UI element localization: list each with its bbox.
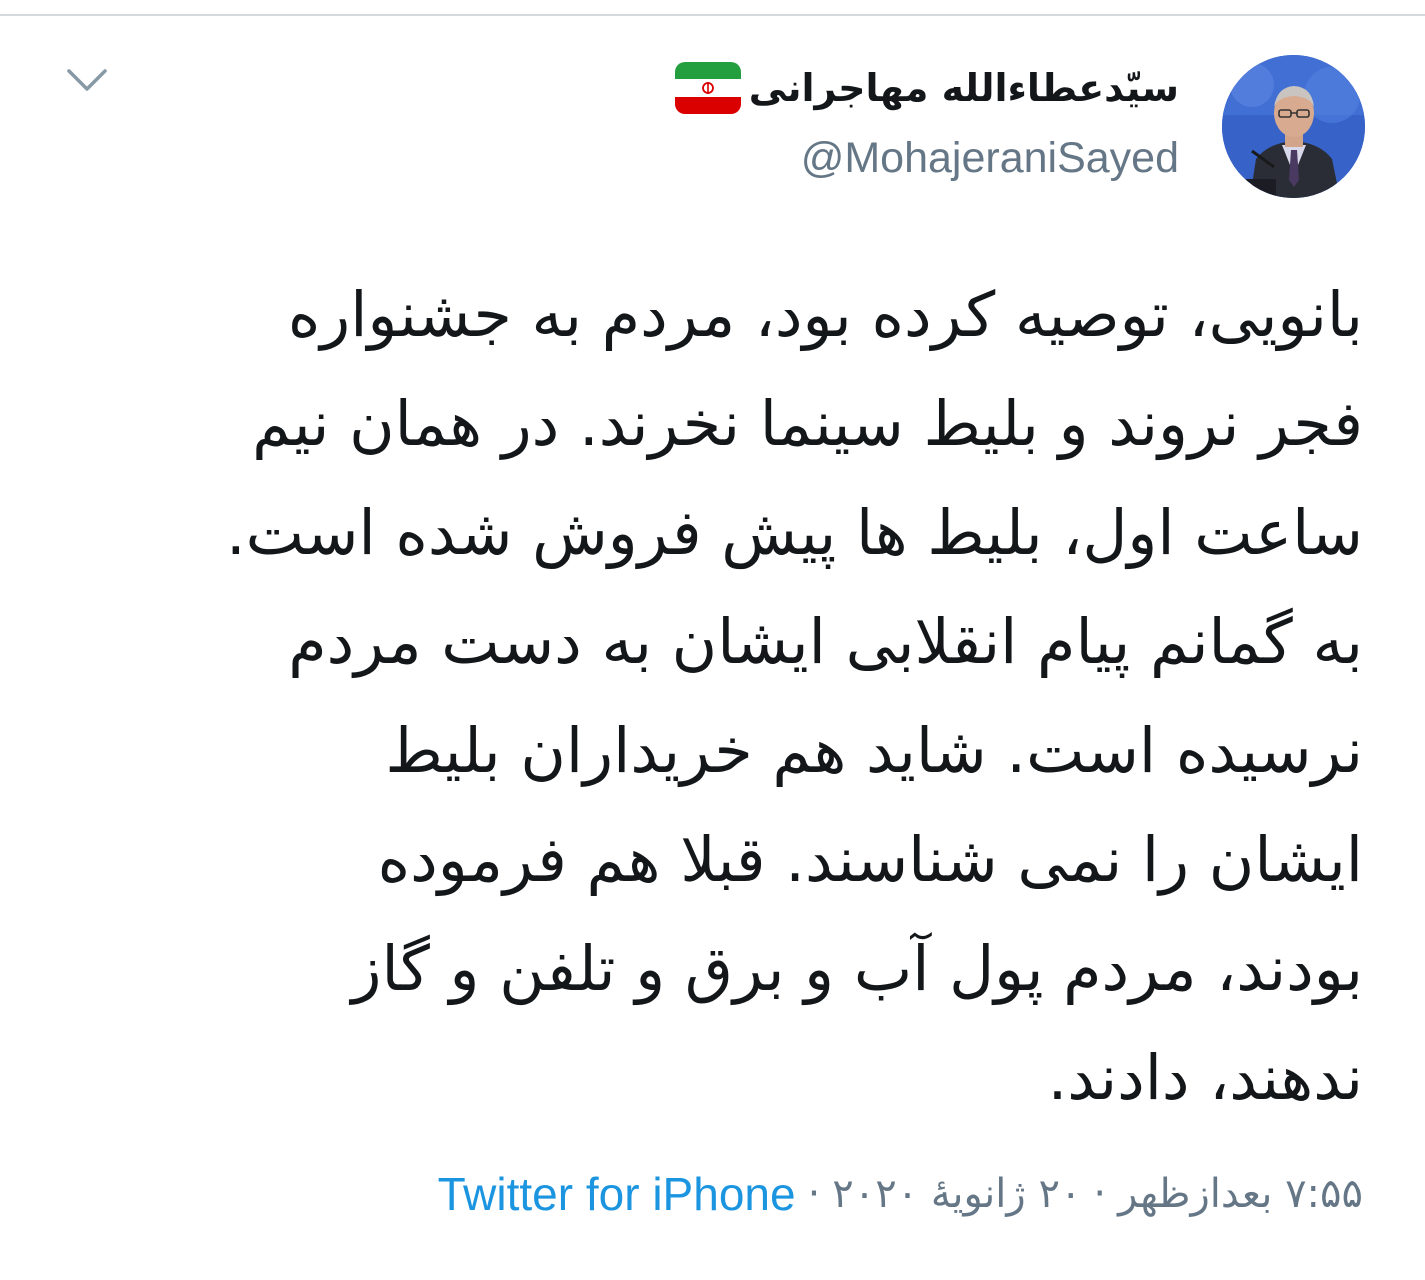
tweet-text: بانویی، توصیه کرده بود، مردم به جشنواره …	[53, 260, 1363, 1132]
tweet-line: ایشان را نمی شناسند. قبلا هم فرموده	[377, 823, 1363, 896]
tweet-line: نرسیده است. شاید هم خریداران بلیط	[385, 714, 1363, 787]
tweet-source-link[interactable]: Twitter for iPhone	[438, 1164, 796, 1224]
tweet-line: به گمانم پیام انقلابی ایشان به دست مردم	[288, 605, 1363, 678]
tweet-line: بودند، مردم پول آب و برق و تلفن و گاز	[351, 932, 1364, 1005]
tweet-menu-button[interactable]	[58, 56, 116, 104]
tweet-line: ندهند، دادند.	[1047, 1041, 1363, 1114]
avatar-photo	[1222, 55, 1365, 198]
display-name[interactable]: سیّدعطاءالله مهاجرانی	[749, 58, 1179, 118]
meta-separator: ·	[1093, 1171, 1107, 1217]
top-divider	[0, 14, 1425, 16]
tweet-line: بانویی، توصیه کرده بود، مردم به جشنواره	[287, 278, 1363, 351]
user-name-row: سیّدعطاءالله مهاجرانی	[674, 58, 1179, 118]
iran-flag-icon	[674, 62, 741, 114]
avatar[interactable]	[1222, 55, 1365, 198]
chevron-down-icon	[67, 69, 107, 91]
tweet-date[interactable]: ۲۰ ژانویهٔ ۲۰۲۰	[832, 1164, 1081, 1224]
tweet-time[interactable]: ۷:۵۵ بعدازظهر	[1118, 1164, 1363, 1224]
tweet-line: ساعت اول، بلیط ها پیش فروش شده است.	[225, 496, 1363, 569]
tweet-meta: ۷:۵۵ بعدازظهر · ۲۰ ژانویهٔ ۲۰۲۰ · Twitte…	[438, 1164, 1363, 1224]
tweet-line: فجر نروند و بلیط سینما نخرند. در همان نی…	[252, 387, 1363, 460]
user-handle[interactable]: @MohajeraniSayed	[801, 128, 1179, 188]
meta-separator: ·	[807, 1171, 821, 1217]
